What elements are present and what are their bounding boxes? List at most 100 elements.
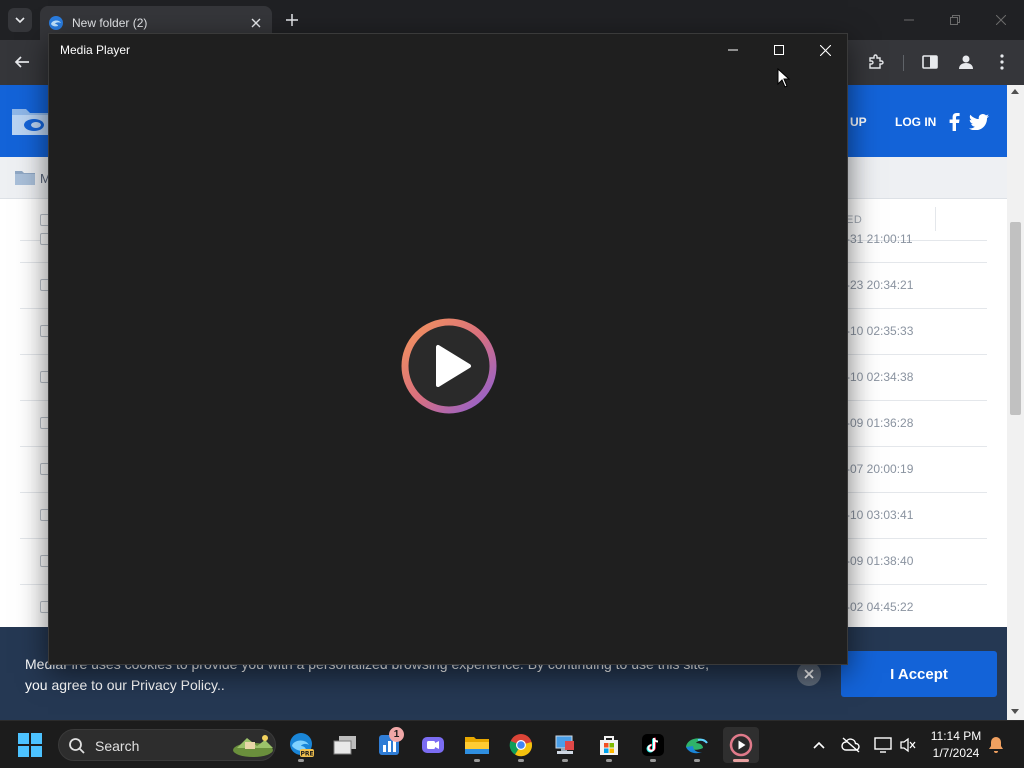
app-active-indicator [733, 759, 749, 762]
browser-menu-button[interactable] [992, 50, 1012, 74]
edge-icon [686, 738, 708, 754]
task-view-icon [333, 736, 356, 755]
taskbar-tiktok[interactable] [635, 727, 671, 763]
taskbar-search[interactable]: Search [58, 729, 276, 761]
app-running-indicator [474, 759, 480, 762]
tab-search-button[interactable] [8, 8, 32, 32]
kebab-menu-icon [1000, 54, 1004, 70]
window-title: Media Player [60, 43, 131, 57]
maximize-button[interactable] [756, 38, 802, 62]
mouse-cursor-icon [777, 68, 791, 88]
chrome-icon [509, 734, 533, 757]
accept-cookies-button[interactable]: I Accept [841, 651, 997, 697]
taskbar-edge[interactable] [679, 727, 715, 763]
edge-favicon-icon [49, 16, 63, 30]
close-icon [819, 44, 831, 56]
folder-icon [465, 737, 489, 754]
cloud-off-icon [841, 737, 860, 753]
row-date: -10 02:34:38 [846, 370, 914, 384]
close-icon [804, 669, 814, 679]
monitor-icon [874, 737, 892, 753]
taskbar: Search PRE 11:14 PM 1/7/2024 [0, 720, 1024, 768]
restore-icon [950, 15, 960, 25]
close-icon [996, 15, 1006, 25]
new-tab-button[interactable] [282, 10, 302, 30]
tab-title: New folder (2) [72, 16, 148, 30]
page-scrollbar[interactable] [1007, 85, 1024, 720]
taskbar-media-player[interactable] [723, 727, 759, 763]
search-icon [69, 738, 85, 754]
profile-button[interactable] [954, 50, 978, 74]
scroll-down-icon[interactable] [1011, 709, 1019, 714]
puzzle-icon [869, 54, 884, 69]
side-panel-icon [922, 55, 938, 69]
mediafire-logo-icon[interactable] [10, 103, 50, 139]
browser-minimize-button[interactable] [894, 8, 924, 32]
taskbar-teams[interactable] [415, 727, 451, 763]
search-highlight-image-icon [233, 735, 273, 757]
bell-icon [989, 737, 1003, 753]
cookie-close-button[interactable] [797, 662, 821, 686]
taskbar-edge-dev[interactable]: PRE [283, 727, 319, 763]
facebook-link[interactable] [944, 112, 964, 132]
twitter-icon [969, 114, 989, 130]
maximize-icon [774, 45, 784, 55]
minimize-icon [904, 19, 914, 21]
twitter-link[interactable] [968, 112, 990, 132]
row-date: -31 21:00:11 [846, 232, 913, 246]
close-icon [251, 18, 261, 28]
network-tray-icon[interactable] [873, 735, 893, 755]
minimize-button[interactable] [710, 38, 756, 62]
minimize-icon [728, 49, 738, 51]
windows-icon [18, 733, 42, 757]
row-date: -09 01:38:40 [846, 554, 914, 568]
search-label: Search [95, 738, 140, 754]
close-button[interactable] [802, 38, 848, 62]
onedrive-tray-icon[interactable] [841, 735, 861, 755]
app-running-indicator [298, 759, 304, 762]
extensions-button[interactable] [864, 50, 888, 74]
row-date: -10 02:35:33 [846, 324, 914, 338]
speaker-muted-icon [900, 737, 916, 753]
show-hidden-icons-button[interactable] [809, 735, 829, 755]
row-date: -02 04:45:22 [846, 600, 914, 614]
play-icon[interactable] [400, 317, 498, 415]
app-running-indicator [694, 759, 700, 762]
taskbar-task-view[interactable] [327, 727, 363, 763]
media-player-titlebar[interactable]: Media Player [49, 34, 847, 66]
media-player-icon [729, 733, 753, 757]
scrollbar-thumb[interactable] [1010, 222, 1021, 415]
facebook-icon [949, 113, 960, 131]
taskbar-chrome[interactable] [503, 727, 539, 763]
taskbar-control-panel[interactable] [547, 727, 583, 763]
app-running-indicator [518, 759, 524, 762]
row-date: -07 20:00:19 [846, 462, 914, 476]
volume-tray-icon[interactable] [898, 735, 918, 755]
app-running-indicator [606, 759, 612, 762]
tab-close-button[interactable] [248, 15, 264, 31]
folder-icon [15, 171, 35, 185]
browser-restore-button[interactable] [940, 8, 970, 32]
start-button[interactable] [16, 731, 44, 759]
media-player-window: Media Player [48, 33, 848, 665]
scroll-up-icon[interactable] [1011, 89, 1019, 94]
clock-date[interactable]: 1/7/2024 [922, 746, 990, 760]
monitor-app-icon [555, 735, 574, 754]
taskbar-microsoft-store[interactable] [591, 727, 627, 763]
clock-time[interactable]: 11:14 PM [922, 729, 990, 743]
svg-text:PRE: PRE [300, 751, 313, 758]
notifications-button[interactable] [986, 735, 1006, 755]
side-panel-button[interactable] [918, 50, 942, 74]
toolbar-separator [903, 55, 904, 71]
login-link[interactable]: LOG IN [895, 115, 936, 129]
app-running-indicator [650, 759, 656, 762]
chevron-up-icon [813, 741, 825, 749]
plus-icon [286, 14, 298, 26]
back-arrow-icon [14, 56, 29, 68]
chevron-down-icon [15, 17, 25, 24]
taskbar-file-explorer[interactable] [459, 727, 495, 763]
browser-close-button[interactable] [986, 8, 1016, 32]
back-button[interactable] [10, 50, 34, 74]
row-date: -09 01:36:28 [846, 416, 914, 430]
profile-icon [959, 55, 973, 69]
